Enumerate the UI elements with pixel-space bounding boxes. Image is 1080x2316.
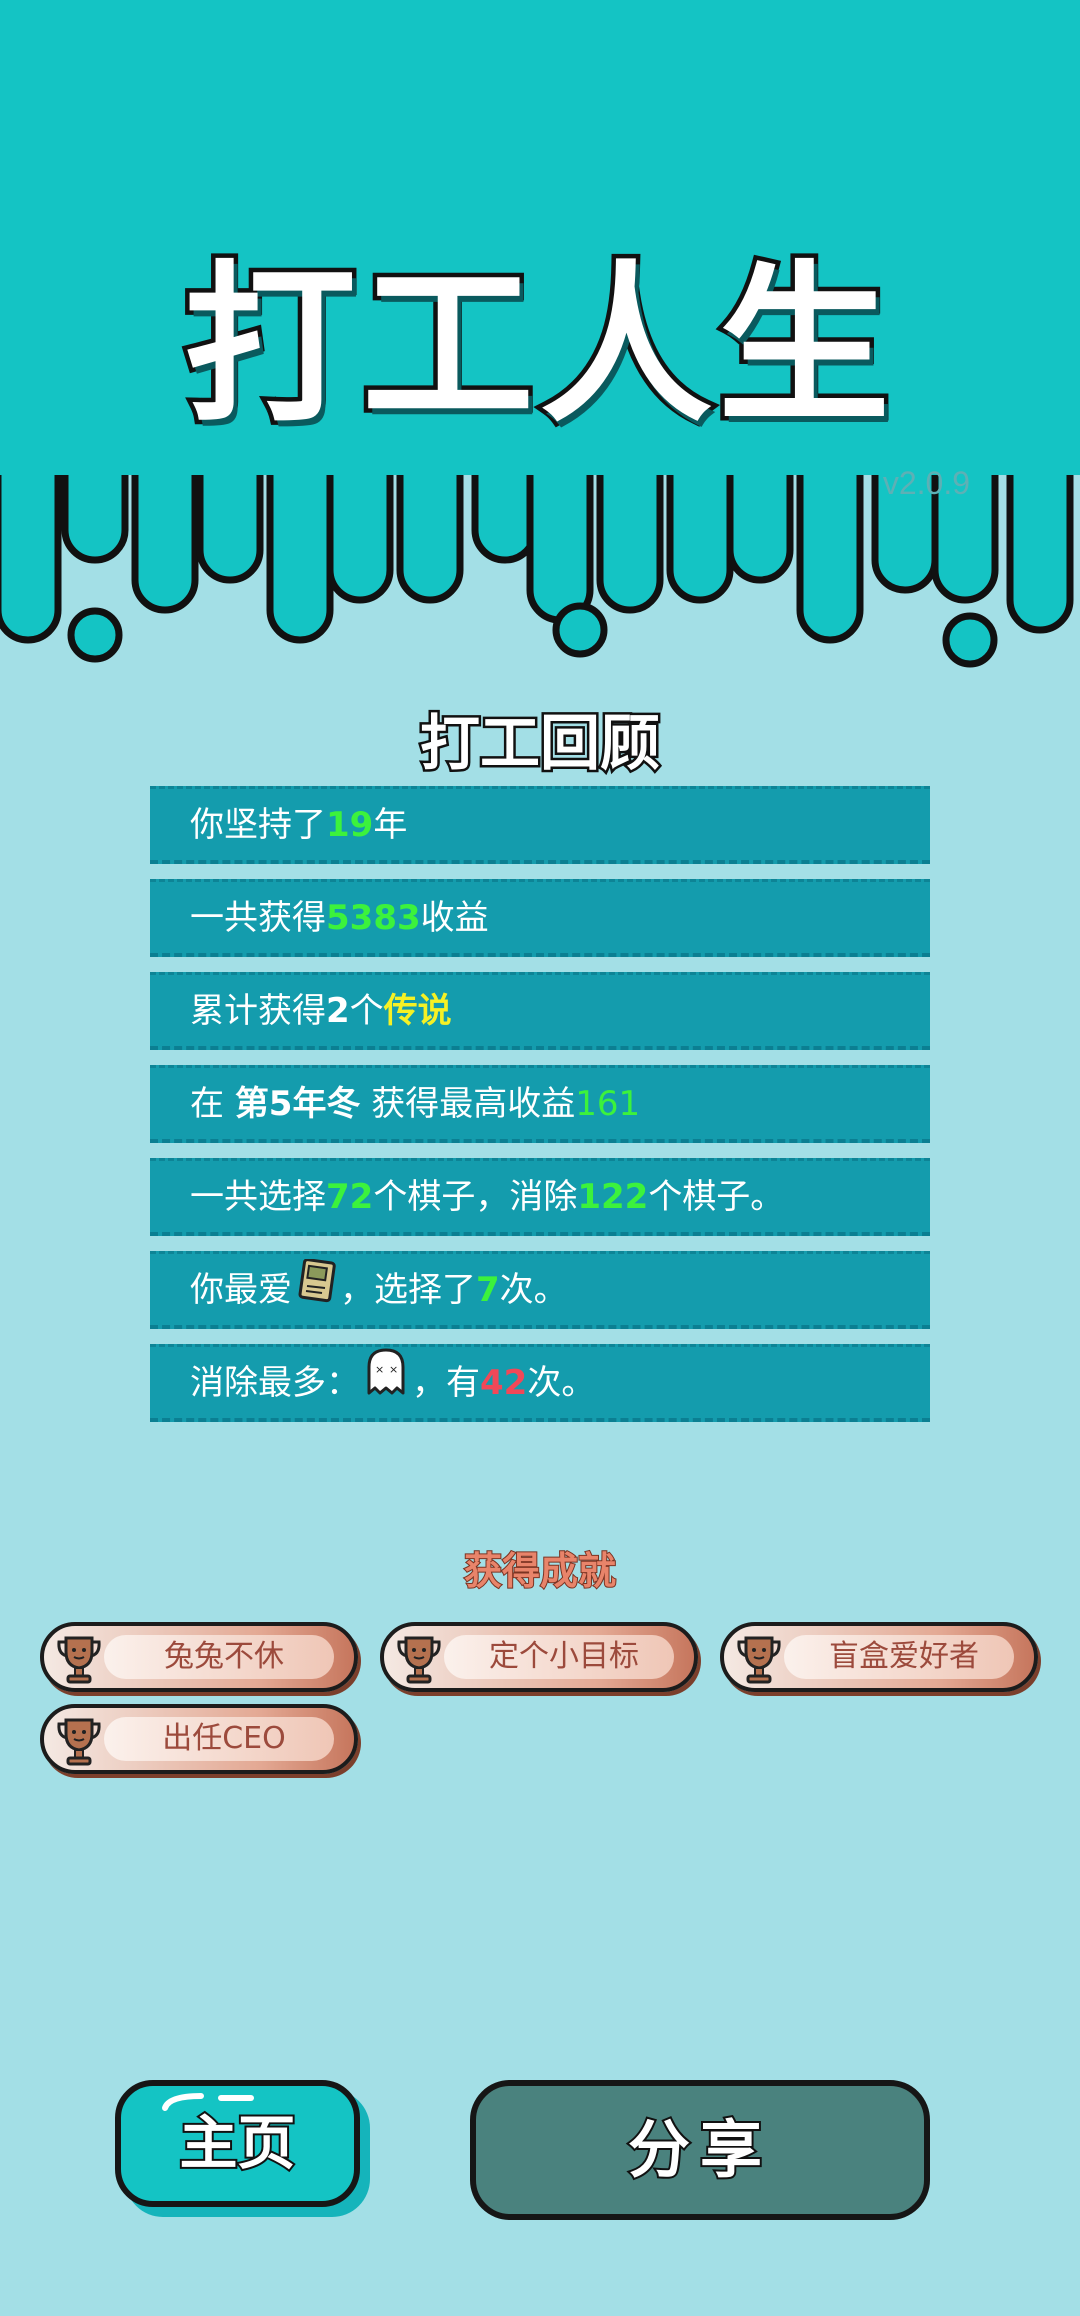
version-label: v2.0.9 [882,465,970,501]
home-button-label: 主页 [177,2107,297,2179]
stat-value-peak-season: 第5年冬 [234,1084,361,1124]
share-button-label: 分享 [626,2111,772,2188]
svg-text:×: × [375,1363,384,1376]
stat-text: 个棋子，消除 [373,1177,578,1217]
stat-row-years: 你坚持了19年 [150,786,930,864]
stat-text: 个 [349,991,384,1031]
trophy-icon [734,1632,784,1690]
review-title: 打工回顾 [418,707,663,782]
stat-value-eliminated-count: 42 [480,1363,528,1403]
stat-value-favorite-count: 7 [476,1270,500,1310]
stat-value-eliminated: 122 [577,1177,649,1217]
stat-text: 次。 [527,1363,596,1403]
stat-text: ，选择了 [340,1270,476,1310]
achievement-label: 兔兔不休 [164,1639,284,1674]
trophy-icon [54,1714,104,1772]
stat-text: 一共获得 [190,898,326,938]
card-icon [296,1256,336,1328]
stat-text: ，有 [412,1363,480,1403]
stat-value-years: 19 [326,805,374,845]
achievement-badge[interactable]: 定个小目标 [380,1622,698,1692]
button-shine [162,2093,254,2111]
achievement-badge[interactable]: 兔兔不休 [40,1622,358,1692]
achievement-label: 定个小目标 [489,1639,639,1674]
home-button[interactable]: 主页 [115,2080,360,2207]
stat-text: 次。 [499,1270,568,1310]
ghost-icon: × × [364,1347,408,1422]
stat-value-peak-income: 161 [575,1084,641,1124]
achievement-badge[interactable]: 出任CEO [40,1704,358,1774]
trophy-icon [54,1632,104,1690]
svg-text:×: × [389,1363,398,1376]
stat-text: 年 [373,805,408,845]
stat-text: 累计获得 [190,991,326,1031]
drip-bubble [552,602,608,658]
stat-text: 个棋子。 [648,1177,785,1217]
stat-text: 获得最高收益 [360,1084,576,1124]
stat-text: 你坚持了 [190,805,326,845]
achievement-label: 盲盒爱好者 [829,1639,979,1674]
game-title: 打工人生 [180,241,896,451]
achievement-badge[interactable]: 盲盒爱好者 [720,1622,1038,1692]
stat-row-most-eliminated: 消除最多： × × ，有42次。 [150,1344,930,1422]
stat-row-legend: 累计获得2个传说 [150,972,930,1050]
stat-text: 在 [190,1084,235,1124]
stat-text: 你最爱 [190,1270,292,1310]
review-stats-list: 你坚持了19年 一共获得5383收益 累计获得2个传说 在 第5年冬 获得最高收… [150,786,930,1437]
stat-row-income: 一共获得5383收益 [150,879,930,957]
stat-value-selected: 72 [326,1177,374,1217]
share-button[interactable]: 分享 [470,2080,930,2220]
trophy-icon [394,1632,444,1690]
stat-text: 收益 [420,898,489,938]
stat-value-legend: 传说 [383,991,452,1031]
drip-bubble [67,607,123,663]
stat-value-legend-count: 2 [326,991,350,1031]
stat-row-favorite: 你最爱 ，选择了7次。 [150,1251,930,1329]
stat-row-peak: 在 第5年冬 获得最高收益161 [150,1065,930,1143]
achievement-label: 出任CEO [162,1721,286,1756]
stat-text: 一共选择 [190,1177,326,1217]
stat-text: 消除最多： [190,1363,360,1403]
stat-value-income: 5383 [326,898,421,938]
achievements-title: 获得成就 [463,1548,617,1594]
stat-row-pieces: 一共选择72个棋子，消除122个棋子。 [150,1158,930,1236]
drip-bubble [942,612,998,668]
